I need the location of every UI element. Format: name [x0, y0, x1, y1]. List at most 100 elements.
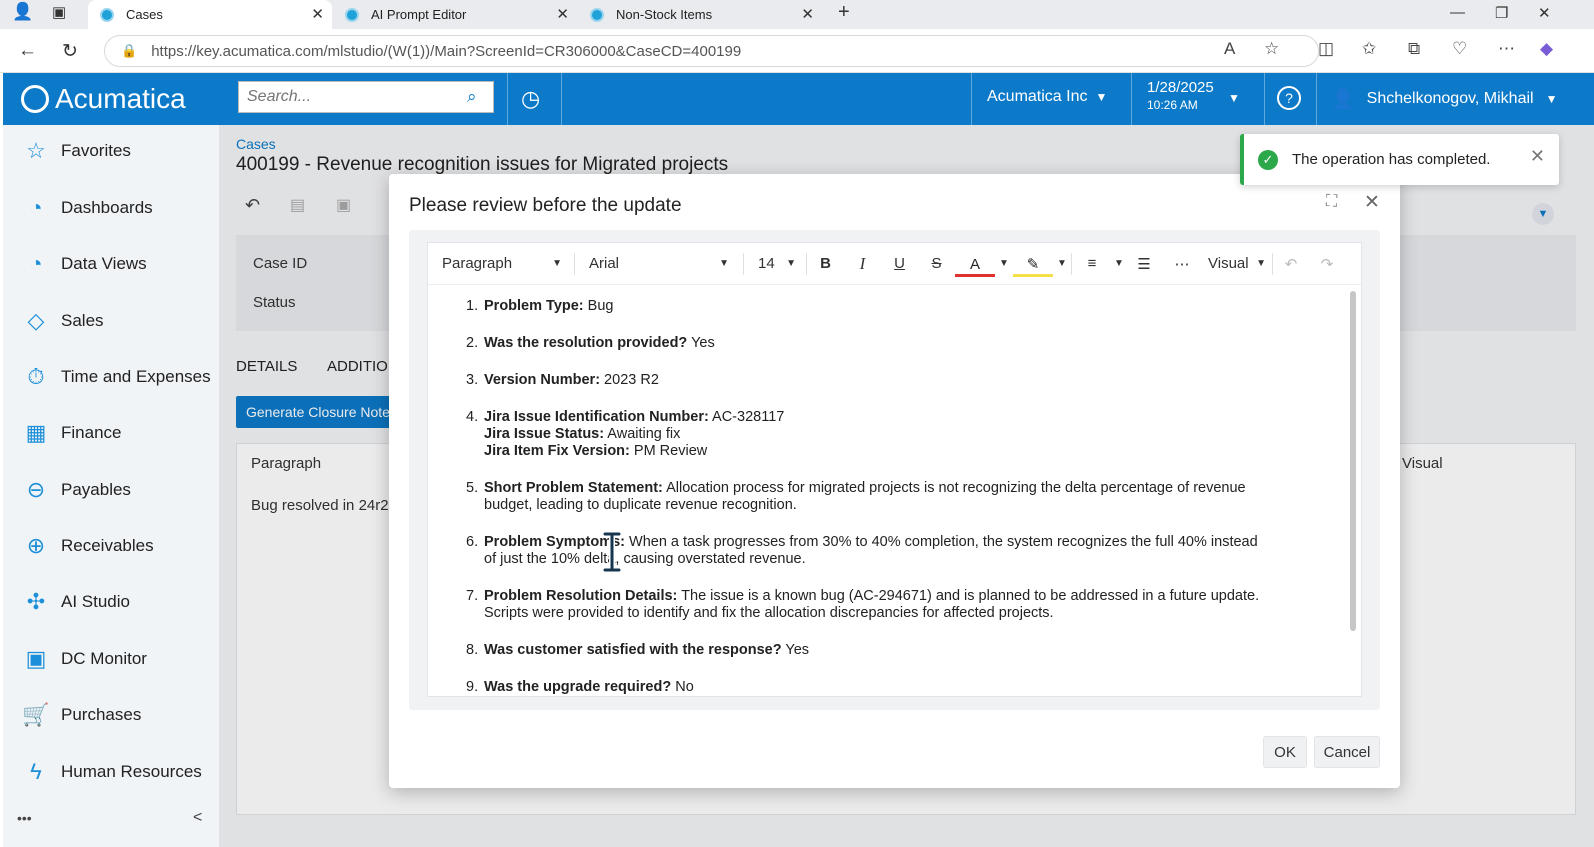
field-value: Bug [583, 298, 614, 314]
close-window-icon[interactable]: ✕ [1538, 4, 1551, 22]
back-icon[interactable]: ← [18, 40, 37, 62]
chevron-down-icon[interactable]: ▼ [1112, 243, 1126, 285]
visual-mode-select[interactable]: Visual ▼ [1202, 243, 1272, 285]
field-value: PM Review [629, 443, 708, 459]
more-icon[interactable]: ⋯ [1498, 39, 1515, 59]
sidebar-item-data-views[interactable]: ◔ Data Views [23, 251, 146, 277]
tab-cases[interactable]: Cases ✕ [88, 0, 332, 29]
list-item: 9. Was the upgrade required? No [466, 679, 1264, 696]
close-dialog-icon[interactable]: ✕ [1364, 191, 1380, 214]
chevron-down-icon[interactable]: ▼ [1053, 243, 1071, 285]
chevron-down-icon: ▼ [786, 258, 796, 269]
text-color-icon[interactable]: A [955, 255, 995, 277]
date-selector[interactable]: 1/28/2025 10:26 AM [1147, 79, 1214, 112]
sidebar-item-ai-studio[interactable]: ✣ AI Studio [23, 589, 130, 615]
sidebar-item-sales[interactable]: ◇ Sales [23, 308, 104, 334]
close-toast-icon[interactable]: ✕ [1530, 146, 1545, 167]
italic-icon[interactable]: I [844, 243, 881, 285]
favorites-icon[interactable]: ✩ [1362, 39, 1376, 59]
sidebar-item-time-and-expenses[interactable]: ⏱ Time and Expenses [23, 364, 210, 390]
editor-toolbar: Paragraph ▼ Arial ▼ 14 ▼ B I U S A ▼ ✎ ▼ ≡ … [428, 243, 1361, 285]
ok-button[interactable]: OK [1263, 736, 1307, 768]
app-header: Acumatica ⌕ ◷ Acumatica Inc ▼ 1/28/2025 … [3, 73, 1594, 125]
search-input[interactable] [247, 88, 467, 106]
close-tab-icon[interactable]: ✕ [801, 5, 814, 23]
field-value: AC-328117 [708, 409, 785, 425]
close-tab-icon[interactable]: ✕ [556, 5, 569, 23]
new-tab-icon[interactable]: + [838, 1, 850, 24]
url-field[interactable]: 🔒 https://key.acumatica.com/mlstudio/(W(… [104, 35, 1319, 67]
field-value: Yes [687, 335, 715, 351]
divider [507, 73, 508, 125]
font-select[interactable]: Arial ▼ [575, 243, 743, 285]
highlight-icon[interactable]: ✎ [1013, 255, 1053, 277]
editor-content[interactable]: 1. Problem Type: Bug 2. Was the resolution … [428, 285, 1350, 697]
search-icon[interactable]: ⌕ [467, 87, 477, 107]
chevron-down-icon[interactable]: ▼ [995, 243, 1013, 285]
redo-icon[interactable]: ↷ [1309, 243, 1345, 285]
read-aloud-icon[interactable]: A [1224, 39, 1235, 59]
reload-icon[interactable]: ↻ [62, 40, 78, 63]
sidebar-item-label: Receivables [61, 536, 154, 555]
profile-icon[interactable]: 👤 [12, 2, 33, 22]
search-box[interactable]: ⌕ [238, 81, 494, 113]
favorite-star-icon[interactable]: ☆ [1264, 39, 1279, 59]
sidebar-item-dashboards[interactable]: ◔ Dashboards [23, 195, 152, 221]
lock-icon: 🔒 [121, 43, 138, 58]
user-menu[interactable]: 👤 Shchelkonogov, Mikhail ▼ [1331, 87, 1557, 111]
align-icon[interactable]: ≡ [1072, 243, 1112, 285]
company-selector[interactable]: Acumatica Inc ▼ [987, 88, 1107, 106]
close-tab-icon[interactable]: ✕ [311, 5, 324, 23]
list-line: Was the resolution provided? Yes [484, 335, 1264, 352]
cancel-button[interactable]: Cancel [1314, 736, 1380, 768]
browser-essentials-icon[interactable]: ♡ [1452, 39, 1467, 59]
block-format-select[interactable]: Paragraph ▼ [428, 243, 574, 285]
sidebar-item-purchases[interactable]: 🛒 Purchases [22, 702, 141, 728]
list-line: Was the upgrade required? No [484, 679, 1264, 696]
sidebar-item-favorites[interactable]: ☆ Favorites [23, 138, 131, 164]
more-options-icon[interactable]: ⋯ [1162, 243, 1202, 285]
sidebar-item-dc-monitor[interactable]: ▣ DC Monitor [23, 646, 147, 672]
list-line: Version Number: 2023 R2 [484, 372, 1264, 389]
history-icon[interactable]: ◷ [521, 86, 540, 112]
field-label: Was customer satisfied with the response… [484, 642, 782, 658]
browser-tab-strip: 👤 ▣ Cases ✕ AI Prompt Editor ✕ Non-Stock… [0, 0, 1594, 29]
bold-icon[interactable]: B [807, 243, 844, 285]
restore-icon[interactable]: ❐ [1495, 4, 1508, 22]
list-number: 5. [466, 480, 479, 496]
copilot-icon[interactable]: ◆ [1540, 39, 1553, 59]
chevron-down-icon[interactable]: ▼ [1228, 91, 1240, 105]
list-item: 1. Problem Type: Bug [466, 298, 1264, 315]
chevron-down-icon: ▼ [552, 258, 562, 269]
field-value: Awaiting fix [604, 426, 681, 442]
strikethrough-icon[interactable]: S [918, 243, 955, 285]
block-format-value: Paragraph [442, 255, 513, 272]
underline-icon[interactable]: U [881, 243, 918, 285]
field-label: Problem Resolution Details: [484, 588, 678, 604]
maximize-icon[interactable]: ⛶ [1326, 193, 1337, 211]
tab-ai-prompt-editor[interactable]: AI Prompt Editor ✕ [333, 0, 577, 29]
tab-label: Cases [126, 7, 163, 22]
sidebar-item-finance[interactable]: ▦ Finance [23, 420, 122, 446]
numbered-list-icon[interactable]: ☰ [1126, 243, 1162, 285]
editor-scrollbar[interactable] [1350, 291, 1356, 631]
list-number: 6. [466, 534, 479, 550]
more-icon[interactable]: ••• [17, 810, 32, 826]
acumatica-logo[interactable]: Acumatica [21, 83, 186, 115]
divider [561, 73, 562, 125]
divider [971, 73, 972, 125]
sidebar-item-receivables[interactable]: ⊕ Receivables [23, 533, 154, 559]
help-icon[interactable]: ? [1277, 86, 1301, 110]
split-screen-icon[interactable]: ◫ [1318, 39, 1334, 59]
undo-icon[interactable]: ↶ [1273, 243, 1309, 285]
sidebar-item-payables[interactable]: ⊖ Payables [23, 477, 131, 503]
minimize-icon[interactable]: — [1450, 4, 1465, 21]
editor-container: Paragraph ▼ Arial ▼ 14 ▼ B I U S A ▼ ✎ ▼ ≡ … [409, 230, 1380, 710]
sidebar-item-human-resources[interactable]: ϟ Human Resources [23, 759, 202, 785]
sidebar-item-label: Favorites [61, 141, 131, 160]
tab-non-stock-items[interactable]: Non-Stock Items ✕ [578, 0, 822, 29]
font-size-select[interactable]: 14 ▼ [744, 243, 806, 285]
collections-icon[interactable]: ⧉ [1408, 39, 1420, 59]
tab-actions-icon[interactable]: ▣ [52, 3, 66, 21]
collapse-sidebar-icon[interactable]: < [193, 809, 202, 827]
